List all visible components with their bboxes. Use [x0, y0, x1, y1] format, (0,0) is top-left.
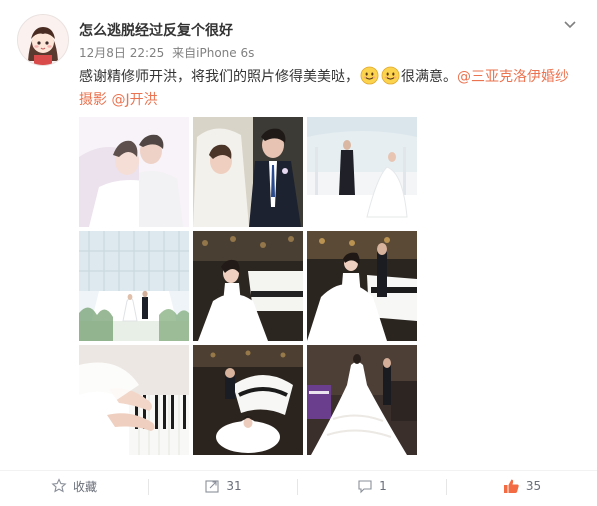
- repost-count: 31: [226, 479, 242, 493]
- thumbs-up-icon: [503, 479, 519, 493]
- comment-count: 1: [379, 479, 387, 493]
- photo-4[interactable]: [79, 231, 189, 341]
- photo-5[interactable]: [193, 231, 303, 341]
- post-text-tail: 很满意。: [401, 69, 457, 85]
- photo-3[interactable]: [307, 117, 417, 227]
- comment-icon: [358, 480, 372, 494]
- like-count: 35: [525, 479, 542, 493]
- post-time[interactable]: 12月8日 22:25: [79, 46, 164, 60]
- action-bar: 收藏 31 1 35: [0, 470, 597, 501]
- mention-studio-cont[interactable]: 摄影: [79, 92, 107, 108]
- photo-8[interactable]: [193, 345, 303, 455]
- photo-6[interactable]: [307, 231, 417, 341]
- weibo-post-card: 怎么逃脱经过反复个很好 12月8日 22:25 来自iPhone 6s 感谢精修…: [0, 0, 597, 506]
- smile-face-icon: [381, 66, 400, 85]
- chevron-down-icon[interactable]: [560, 14, 580, 34]
- source-prefix: 来自: [172, 46, 197, 60]
- photo-9[interactable]: [307, 345, 417, 455]
- photo-2[interactable]: [193, 117, 303, 227]
- favorite-label: 收藏: [72, 479, 97, 494]
- favorite-button[interactable]: 收藏: [0, 471, 148, 501]
- user-avatar[interactable]: [17, 14, 69, 66]
- photo-grid: [79, 117, 417, 455]
- repost-button[interactable]: 31: [149, 471, 297, 501]
- comment-button[interactable]: 1: [298, 471, 446, 501]
- like-button[interactable]: 35: [447, 471, 597, 501]
- username[interactable]: 怎么逃脱经过反复个很好: [79, 20, 233, 40]
- post-meta: 12月8日 22:25 来自iPhone 6s: [79, 44, 258, 61]
- smile-face-icon: [360, 66, 379, 85]
- post-source[interactable]: iPhone 6s: [196, 46, 254, 60]
- photo-7[interactable]: [79, 345, 189, 455]
- mention-retoucher[interactable]: @J开洪: [111, 92, 157, 108]
- post-text-body: 感谢精修师开洪，将我们的照片修得美美哒，: [79, 69, 359, 85]
- post-text: 感谢精修师开洪，将我们的照片修得美美哒， 很满意。@三亚克洛伊婚纱 摄影 @J开洪: [79, 66, 574, 112]
- star-icon: [51, 478, 67, 493]
- mention-studio[interactable]: @三亚克洛伊婚纱: [457, 69, 569, 85]
- repost-icon: [205, 480, 219, 493]
- photo-1[interactable]: [79, 117, 189, 227]
